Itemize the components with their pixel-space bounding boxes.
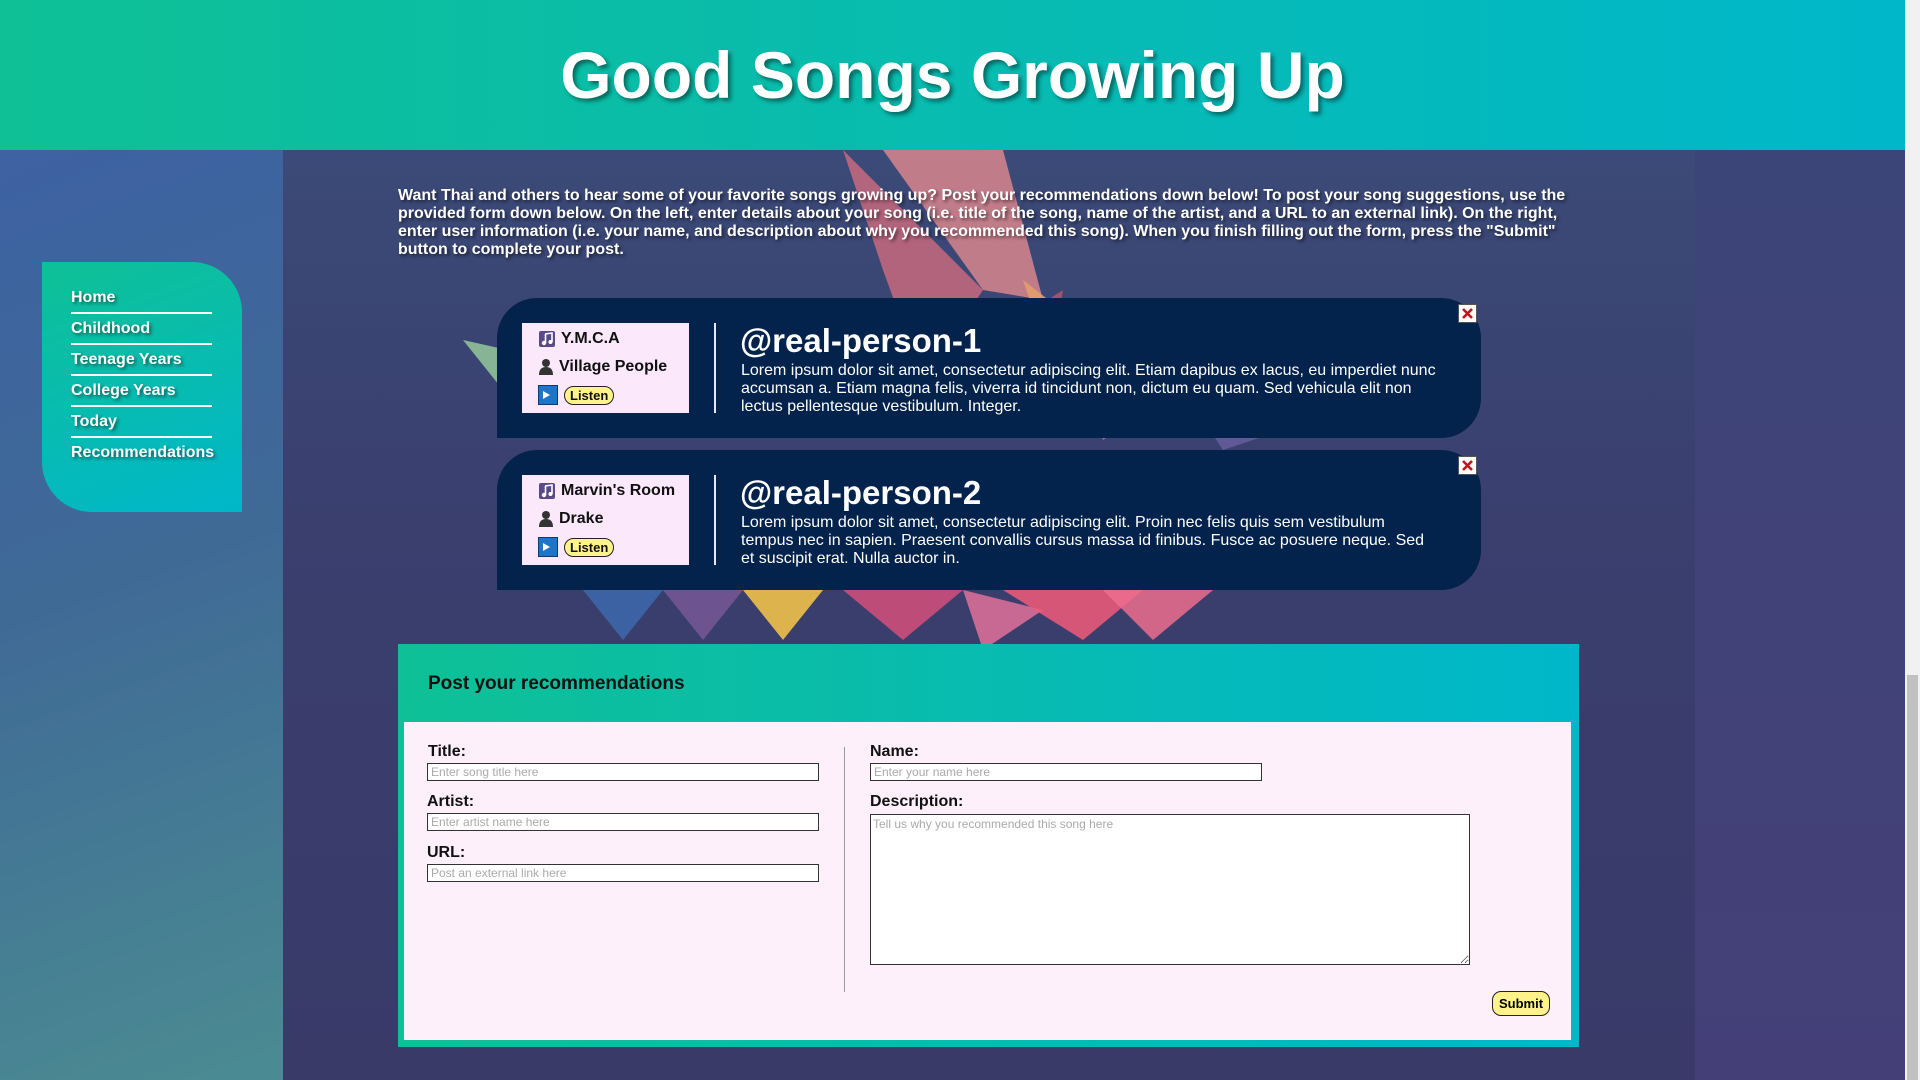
- submit-button[interactable]: Submit: [1492, 991, 1551, 1016]
- nav-item-college-years: College Years: [71, 379, 212, 407]
- post-handle: @real-person-1: [740, 322, 982, 359]
- music-note-icon: [539, 331, 555, 347]
- nav-link-recommendations[interactable]: Recommendations: [71, 444, 214, 461]
- title-label: Title:: [428, 743, 466, 760]
- song-listen-row: Listen: [538, 537, 615, 557]
- song-title: Marvin's Room: [561, 482, 676, 499]
- form-divider: [844, 747, 845, 992]
- name-label: Name:: [870, 743, 919, 760]
- play-icon[interactable]: [538, 385, 558, 405]
- sidebar-nav: Home Childhood Teenage Years College Yea…: [42, 262, 242, 512]
- nav-item-childhood: Childhood: [71, 317, 212, 345]
- nav-link-today[interactable]: Today: [71, 413, 117, 430]
- nav-link-teenage-years[interactable]: Teenage Years: [71, 351, 182, 368]
- song-listen-row: Listen: [538, 385, 615, 405]
- nav-item-recommendations: Recommendations: [71, 441, 214, 467]
- nav-list: Home Childhood Teenage Years College Yea…: [42, 262, 242, 467]
- nav-item-today: Today: [71, 410, 212, 438]
- post-handle: @real-person-2: [740, 474, 982, 511]
- form-body: Title: Artist: URL: Name: Description: S…: [404, 722, 1571, 1040]
- song-card: Y.M.C.A Village People Listen: [522, 323, 689, 413]
- nav-item-home: Home: [71, 286, 212, 314]
- song-title: Y.M.C.A: [561, 330, 620, 347]
- post-text: Lorem ipsum dolor sit amet, consectetur …: [741, 362, 1436, 415]
- nav-link-childhood[interactable]: Childhood: [71, 320, 150, 337]
- close-icon[interactable]: [1458, 304, 1477, 323]
- close-icon[interactable]: [1458, 456, 1477, 475]
- song-title-input[interactable]: [427, 763, 819, 781]
- song-card: Marvin's Room Drake Listen: [522, 475, 689, 565]
- music-note-icon: [539, 483, 555, 499]
- recommendation-post: Y.M.C.A Village People Listen @real-pers…: [497, 298, 1481, 438]
- page-header: Good Songs Growing Up: [0, 0, 1905, 150]
- url-input[interactable]: [427, 864, 819, 882]
- form-title: Post your recommendations: [428, 673, 685, 694]
- song-artist: Village People: [559, 358, 668, 375]
- song-artist-row: Drake: [538, 510, 603, 528]
- nav-link-college-years[interactable]: College Years: [71, 382, 176, 399]
- post-divider: [714, 475, 716, 565]
- post-text: Lorem ipsum dolor sit amet, consectetur …: [741, 514, 1425, 567]
- artist-input[interactable]: [427, 813, 819, 831]
- play-icon[interactable]: [538, 537, 558, 557]
- person-icon: [539, 359, 553, 375]
- nav-item-teenage-years: Teenage Years: [71, 348, 212, 376]
- scrollbar-thumb[interactable]: [1907, 675, 1918, 1080]
- song-title-row: Marvin's Room: [538, 482, 675, 500]
- vertical-scrollbar[interactable]: [1905, 0, 1920, 1080]
- listen-button[interactable]: Listen: [564, 385, 615, 405]
- description-textarea[interactable]: [870, 814, 1470, 965]
- person-icon: [539, 511, 553, 527]
- right-background: [1695, 150, 1905, 1080]
- artist-label: Artist:: [427, 793, 475, 810]
- recommendation-form: Post your recommendations Title: Artist:…: [398, 644, 1579, 1047]
- song-artist: Drake: [559, 510, 604, 527]
- post-divider: [714, 323, 716, 413]
- name-input[interactable]: [870, 763, 1262, 781]
- url-label: URL:: [427, 844, 466, 861]
- description-label: Description:: [870, 793, 964, 810]
- song-title-row: Y.M.C.A: [538, 330, 620, 348]
- song-artist-row: Village People: [538, 358, 667, 376]
- intro-text: Want Thai and others to hear some of you…: [398, 187, 1566, 258]
- nav-link-home[interactable]: Home: [71, 289, 115, 306]
- recommendation-post: Marvin's Room Drake Listen @real-person-…: [497, 450, 1481, 590]
- page-title: Good Songs Growing Up: [560, 38, 1345, 112]
- listen-button[interactable]: Listen: [564, 537, 615, 557]
